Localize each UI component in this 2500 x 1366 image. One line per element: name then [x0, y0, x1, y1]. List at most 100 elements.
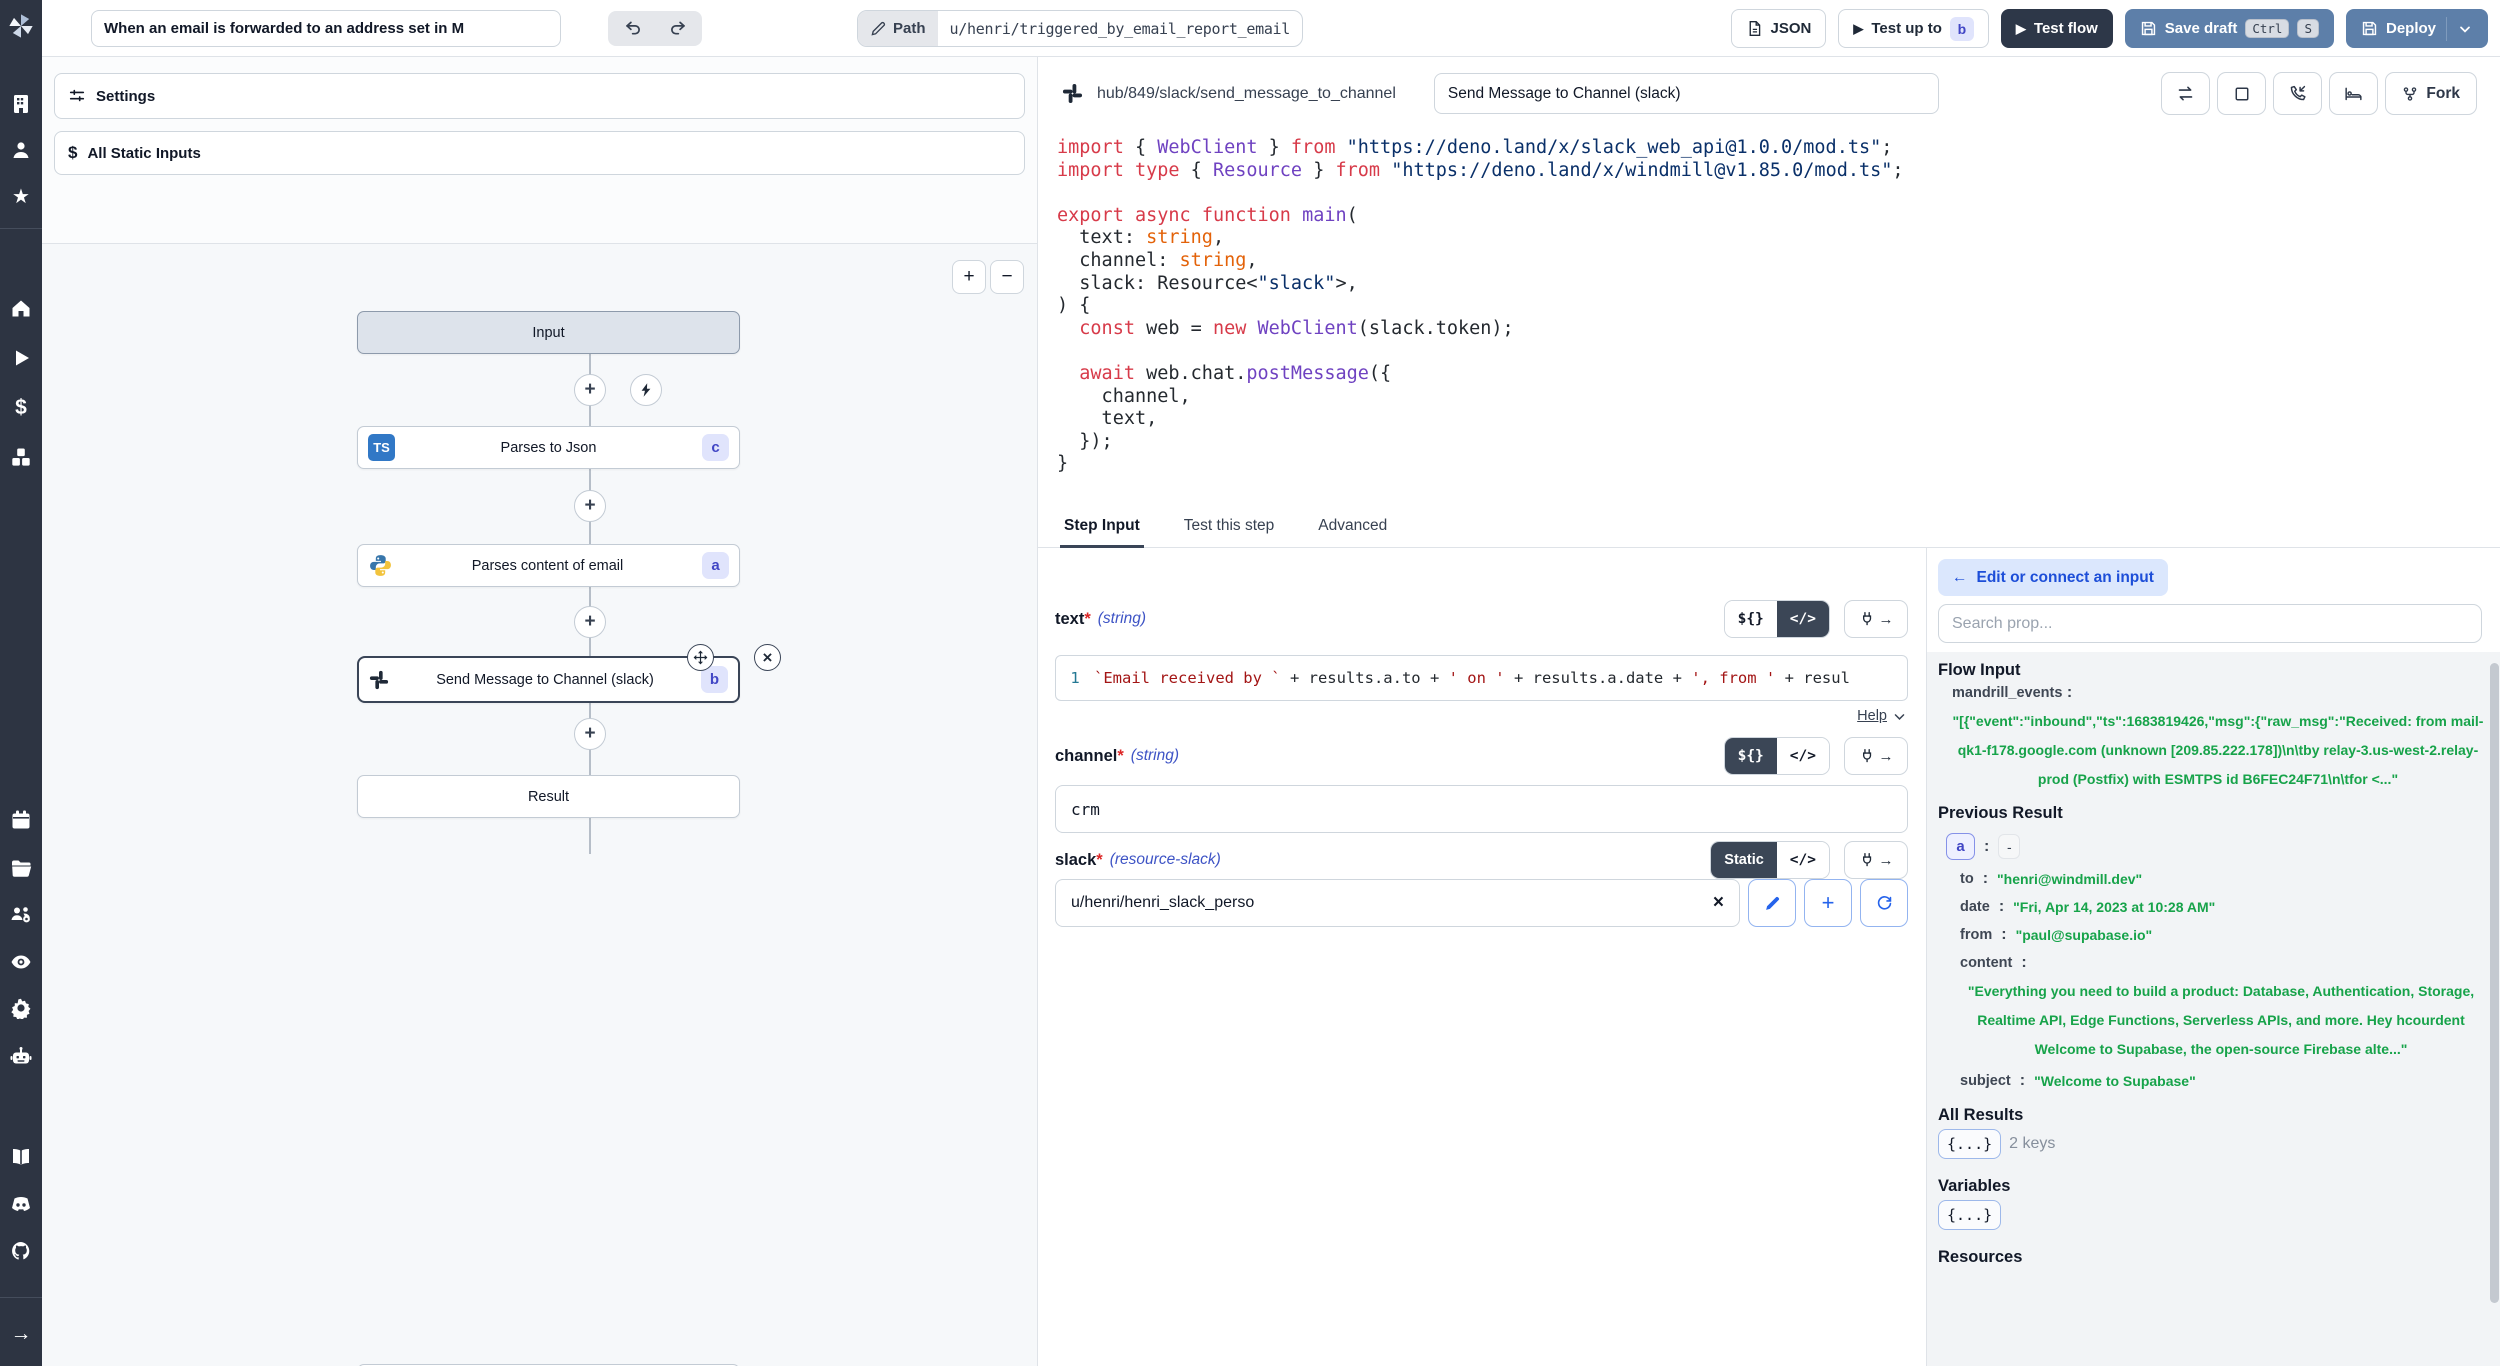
flow-title-input[interactable]: [91, 10, 561, 47]
prop-value[interactable]: "henri@windmill.dev": [1997, 871, 2142, 887]
expand-results-chip[interactable]: {...}: [1938, 1129, 2001, 1159]
test-up-to-button[interactable]: ▶Test up tob: [1838, 9, 1989, 48]
zoom-out-button[interactable]: −: [990, 260, 1024, 294]
all-static-inputs-button[interactable]: $ All Static Inputs: [54, 131, 1025, 175]
static-mode-segment[interactable]: ${}: [1725, 601, 1777, 637]
search-prop-input[interactable]: [1938, 604, 2482, 643]
github-icon[interactable]: [10, 1240, 32, 1262]
path-value[interactable]: u/henri/triggered_by_email_report_email: [938, 11, 1303, 46]
sidebar-divider: [0, 1297, 42, 1298]
add-resource-button[interactable]: +: [1804, 879, 1852, 927]
windmill-logo-icon[interactable]: [7, 12, 35, 40]
flow-node-send-message-selected[interactable]: Send Message to Channel (slack) b: [357, 656, 740, 703]
flow-node-parses-content-of-email[interactable]: Parses content of email a: [357, 544, 740, 587]
help-link[interactable]: Help: [1857, 708, 1906, 724]
fork-button[interactable]: Fork: [2385, 72, 2477, 115]
prop-value[interactable]: "Welcome to Supabase": [2034, 1073, 2196, 1089]
discord-icon[interactable]: [10, 1193, 32, 1215]
deploy-button[interactable]: Deploy: [2346, 9, 2488, 48]
undo-button[interactable]: [612, 14, 654, 43]
prop-key[interactable]: date: [1960, 899, 1990, 915]
flow-canvas[interactable]: + − Input + TS Parses to Json c + Parses…: [42, 243, 1037, 1366]
collapse-toggle[interactable]: -: [1998, 834, 2020, 859]
refresh-resource-button[interactable]: [1860, 879, 1908, 927]
step-name-input[interactable]: [1434, 73, 1939, 114]
path-label: Path: [893, 20, 926, 37]
docs-book-icon[interactable]: [10, 1146, 32, 1168]
runs-play-icon[interactable]: [10, 347, 32, 369]
flow-node-result[interactable]: Result: [357, 775, 740, 818]
prop-key[interactable]: to: [1960, 871, 1974, 887]
resources-heading: Resources: [1938, 1248, 2488, 1267]
channel-value-input[interactable]: crm: [1055, 785, 1908, 833]
tab-step-input[interactable]: Step Input: [1064, 505, 1140, 547]
code-mode-segment[interactable]: </>: [1777, 842, 1829, 878]
folders-icon[interactable]: [10, 857, 32, 879]
user-icon[interactable]: [10, 139, 32, 161]
text-mode-toggle: ${} </>: [1724, 600, 1830, 638]
tab-test-this-step[interactable]: Test this step: [1184, 505, 1274, 547]
box-icon-button[interactable]: [2217, 72, 2266, 115]
scrollbar-thumb[interactable]: [2490, 663, 2499, 1303]
sleep-bed-icon-button[interactable]: [2329, 72, 2378, 115]
text-expression-editor[interactable]: 1 `Email received by ` + results.a.to + …: [1055, 655, 1908, 701]
path-chip[interactable]: Path u/henri/triggered_by_email_report_e…: [857, 10, 1303, 47]
code-mode-segment[interactable]: </>: [1777, 601, 1829, 637]
step-input-fields: text* (string) ${} </> → 1 `Email receiv…: [1038, 548, 1926, 1366]
home-icon[interactable]: [10, 297, 32, 319]
prop-key[interactable]: from: [1960, 927, 1992, 943]
resources-cubes-icon[interactable]: [10, 446, 32, 468]
connect-input-plug-button[interactable]: →: [1844, 841, 1908, 879]
add-step-button[interactable]: +: [574, 606, 606, 638]
zoom-in-button[interactable]: +: [952, 260, 986, 294]
add-step-button[interactable]: +: [574, 718, 606, 750]
git-fork-icon: [2402, 86, 2418, 102]
code-editor[interactable]: import { WebClient } from "https://deno.…: [1057, 137, 2487, 537]
clear-resource-icon[interactable]: ×: [1713, 892, 1724, 914]
slack-resource-input[interactable]: u/henri/henri_slack_perso ×: [1055, 879, 1740, 927]
schedules-calendar-icon[interactable]: [10, 809, 32, 831]
audit-logs-eye-icon[interactable]: [10, 951, 32, 973]
workspace-icon[interactable]: [10, 93, 32, 115]
variables-dollar-icon[interactable]: $: [10, 396, 32, 418]
refresh-icon: [1876, 895, 1893, 912]
redo-button[interactable]: [656, 14, 698, 43]
code-mode-segment[interactable]: </>: [1777, 738, 1829, 774]
prop-value[interactable]: "Fri, Apr 14, 2023 at 10:28 AM": [2013, 899, 2215, 915]
result-a-badge[interactable]: a: [1946, 833, 1975, 860]
prop-value[interactable]: "paul@supabase.io": [2016, 927, 2153, 943]
keys-count: 2 keys: [2009, 1135, 2055, 1153]
settings-button[interactable]: Settings: [54, 73, 1025, 119]
swap-arrows-icon-button[interactable]: [2161, 72, 2210, 115]
tab-advanced[interactable]: Advanced: [1318, 505, 1387, 547]
edit-or-connect-button[interactable]: ← Edit or connect an input: [1938, 559, 2168, 596]
connect-input-plug-button[interactable]: →: [1844, 737, 1908, 775]
json-button[interactable]: JSON: [1731, 9, 1827, 48]
phone-incoming-icon-button[interactable]: [2273, 72, 2322, 115]
prop-key[interactable]: subject: [1960, 1073, 2011, 1089]
prop-key[interactable]: content: [1960, 955, 2012, 971]
add-step-button[interactable]: +: [574, 490, 606, 522]
prop-key[interactable]: mandrill_events: [1952, 685, 2062, 701]
delete-node-button[interactable]: ×: [754, 644, 781, 671]
expand-sidebar-arrow-icon[interactable]: →: [10, 1322, 32, 1344]
test-flow-button[interactable]: ▶Test flow: [2001, 9, 2113, 48]
edit-resource-button[interactable]: [1748, 879, 1796, 927]
flow-node-parses-to-json[interactable]: TS Parses to Json c: [357, 426, 740, 469]
trigger-bolt-button[interactable]: [630, 374, 662, 406]
groups-users-icon[interactable]: [10, 903, 32, 925]
static-mode-segment[interactable]: Static: [1711, 842, 1777, 878]
save-draft-button[interactable]: Save draftCtrlS: [2125, 9, 2334, 48]
settings-gear-icon[interactable]: [10, 997, 32, 1019]
favorites-star-icon[interactable]: ★: [10, 186, 32, 208]
flow-node-input[interactable]: Input: [357, 311, 740, 354]
move-node-handle[interactable]: [687, 644, 714, 671]
static-mode-segment[interactable]: ${}: [1725, 738, 1777, 774]
add-step-button[interactable]: +: [574, 374, 606, 406]
expand-variables-chip[interactable]: {...}: [1938, 1200, 2001, 1230]
prop-value[interactable]: "[{"event":"inbound","ts":1683819426,"ms…: [1952, 707, 2484, 794]
prop-value[interactable]: "Everything you need to build a product:…: [1958, 977, 2484, 1064]
chevron-down-icon[interactable]: [2457, 21, 2473, 37]
connect-input-plug-button[interactable]: →: [1844, 600, 1908, 638]
workers-robot-icon[interactable]: [10, 1045, 32, 1067]
